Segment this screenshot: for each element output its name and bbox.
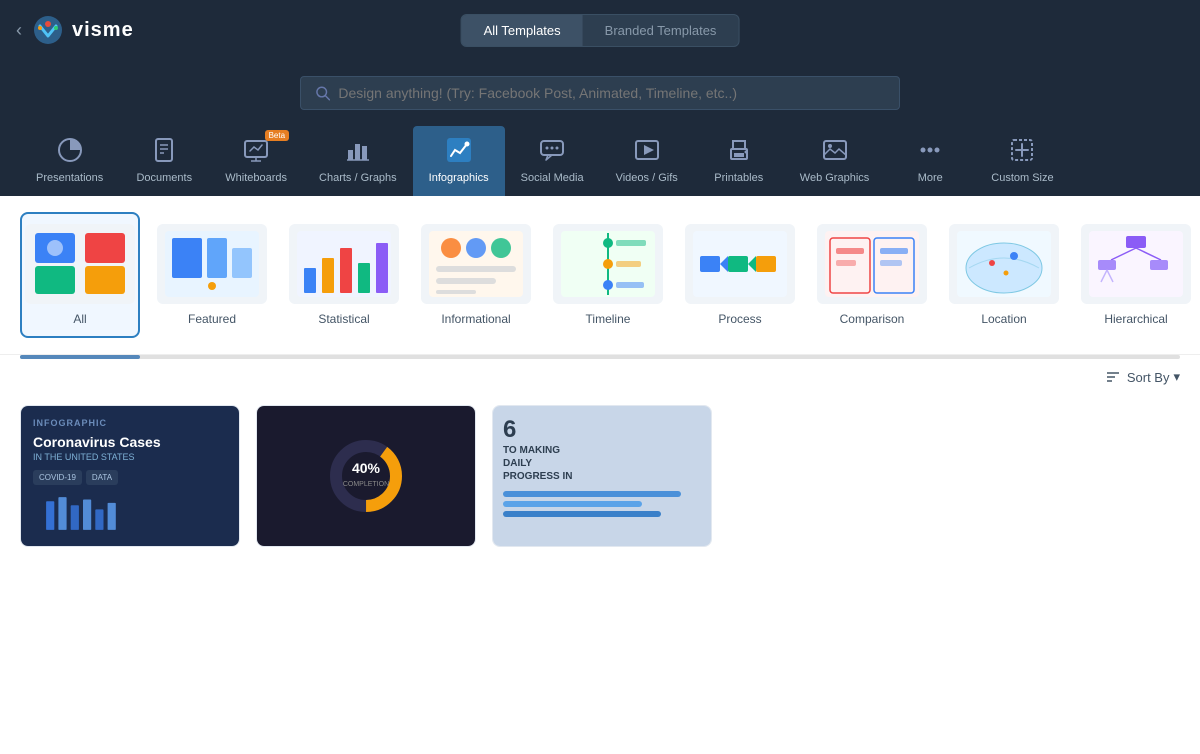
top-nav: ‹ visme All Templates Branded Templates — [0, 0, 1200, 60]
category-tab-infographics[interactable]: Infographics — [413, 126, 505, 196]
category-label: Charts / Graphs — [319, 172, 397, 184]
category-tabs: Presentations Documents Beta Whiteboards… — [20, 126, 1180, 196]
main-content: All Featured Statistical Informational T… — [0, 196, 1200, 754]
subcategory-label: Timeline — [586, 312, 631, 326]
subcategory-thumb-hierarchical — [1081, 224, 1191, 304]
card3-title: TO MAKING DAILY PROGRESS IN — [503, 444, 583, 483]
subcategory-thumb-all — [25, 224, 135, 304]
category-tab-presentations[interactable]: Presentations — [20, 126, 119, 196]
bar-chart-icon — [342, 134, 374, 166]
template-toggle: All Templates Branded Templates — [461, 14, 740, 47]
category-tab-more[interactable]: More — [885, 126, 975, 196]
subcategory-thumb-timeline — [553, 224, 663, 304]
more-dots-icon — [914, 134, 946, 166]
card3-bars — [503, 491, 701, 517]
subcategory-item-informational[interactable]: Informational — [416, 212, 536, 338]
subcategory-row: All Featured Statistical Informational T… — [0, 196, 1200, 355]
card1-title: Coronavirus Cases — [33, 434, 161, 450]
template-card-img-3: 6 TO MAKING DAILY PROGRESS IN — [493, 406, 711, 546]
subcategory-label: All — [73, 312, 86, 326]
category-tab-printables[interactable]: Printables — [694, 126, 784, 196]
logo-text: visme — [72, 19, 134, 42]
document-icon — [148, 134, 180, 166]
card1-content: COVID-19 DATA — [33, 470, 118, 485]
sort-icon — [1105, 369, 1121, 385]
subcategory-label: Statistical — [318, 312, 369, 326]
svg-text:COMPLETION: COMPLETION — [343, 481, 389, 488]
sort-bar: Sort By ▾ — [0, 359, 1200, 389]
subcategory-item-statistical[interactable]: Statistical — [284, 212, 404, 338]
subcategory-label: Informational — [441, 312, 510, 326]
search-input[interactable] — [338, 85, 885, 101]
card1-location: IN THE UNITED STATES — [33, 452, 135, 462]
card1-chart — [33, 493, 133, 534]
subcategory-thumb-comparison — [817, 224, 927, 304]
card1-subtitle: INFOGRAPHIC — [33, 418, 107, 428]
template-card-img-1: INFOGRAPHIC Coronavirus Cases IN THE UNI… — [21, 406, 239, 546]
all-templates-btn[interactable]: All Templates — [462, 15, 583, 46]
subcategory-thumb-featured — [157, 224, 267, 304]
sort-by-button[interactable]: Sort By ▾ — [1127, 369, 1180, 385]
category-tab-web-graphics[interactable]: Web Graphics — [784, 126, 886, 196]
subcategory-item-process[interactable]: Process — [680, 212, 800, 338]
subcategory-thumb-location — [949, 224, 1059, 304]
card2-donut: 40% COMPLETION — [326, 436, 406, 516]
category-label: Social Media — [521, 172, 584, 184]
logo-area: visme — [32, 14, 134, 46]
subcategory-thumb-statistical — [289, 224, 399, 304]
template-card-coronavirus[interactable]: INFOGRAPHIC Coronavirus Cases IN THE UNI… — [20, 405, 240, 547]
custom-size-icon — [1006, 134, 1038, 166]
templates-area: INFOGRAPHIC Coronavirus Cases IN THE UNI… — [0, 389, 1200, 563]
category-tab-whiteboards[interactable]: Beta Whiteboards — [209, 126, 303, 196]
scroll-thumb — [20, 355, 140, 359]
subcategory-item-hierarchical[interactable]: Hierarchical — [1076, 212, 1196, 338]
category-label: Printables — [714, 172, 763, 184]
category-label: Custom Size — [991, 172, 1053, 184]
search-bar — [300, 76, 900, 110]
branded-templates-btn[interactable]: Branded Templates — [583, 15, 739, 46]
subcategory-item-comparison[interactable]: Comparison — [812, 212, 932, 338]
subcategory-label: Hierarchical — [1104, 312, 1167, 326]
pie-chart-icon — [54, 134, 86, 166]
video-play-icon — [631, 134, 663, 166]
card3-number: 6 — [503, 416, 516, 444]
subcategory-label: Process — [718, 312, 761, 326]
search-icon — [315, 85, 330, 101]
subcategory-item-timeline[interactable]: Timeline — [548, 212, 668, 338]
subcategory-item-featured[interactable]: Featured — [152, 212, 272, 338]
category-label: Web Graphics — [800, 172, 870, 184]
category-label: Infographics — [429, 172, 489, 184]
template-card-40percent[interactable]: 40% COMPLETION — [256, 405, 476, 547]
beta-badge: Beta — [265, 130, 289, 141]
category-nav: Presentations Documents Beta Whiteboards… — [0, 60, 1200, 196]
category-tab-videos[interactable]: Videos / Gifs — [600, 126, 694, 196]
visme-logo-icon — [32, 14, 64, 46]
template-card-daily-progress[interactable]: 6 TO MAKING DAILY PROGRESS IN — [492, 405, 712, 547]
chevron-down-icon: ▾ — [1173, 369, 1180, 385]
category-label: More — [918, 172, 943, 184]
subcategory-label: Comparison — [840, 312, 905, 326]
category-tab-social[interactable]: Social Media — [505, 126, 600, 196]
scroll-track — [20, 355, 1180, 359]
subcategory-item-location[interactable]: Location — [944, 212, 1064, 338]
printer-icon — [723, 134, 755, 166]
category-label: Presentations — [36, 172, 103, 184]
image-icon — [819, 134, 851, 166]
category-tab-charts[interactable]: Charts / Graphs — [303, 126, 413, 196]
category-tab-custom-size[interactable]: Custom Size — [975, 126, 1069, 196]
back-button[interactable]: ‹ — [16, 20, 22, 41]
subcategory-thumb-informational — [421, 224, 531, 304]
speech-bubble-icon — [536, 134, 568, 166]
subcategory-label: Location — [981, 312, 1026, 326]
subcategory-label: Featured — [188, 312, 236, 326]
template-card-img-2: 40% COMPLETION — [257, 406, 475, 546]
category-label: Whiteboards — [225, 172, 287, 184]
trend-chart-icon — [443, 134, 475, 166]
category-tab-documents[interactable]: Documents — [119, 126, 209, 196]
subcategory-item-all[interactable]: All — [20, 212, 140, 338]
category-label: Videos / Gifs — [616, 172, 678, 184]
svg-text:40%: 40% — [352, 460, 381, 476]
category-label: Documents — [136, 172, 192, 184]
subcategory-thumb-process — [685, 224, 795, 304]
